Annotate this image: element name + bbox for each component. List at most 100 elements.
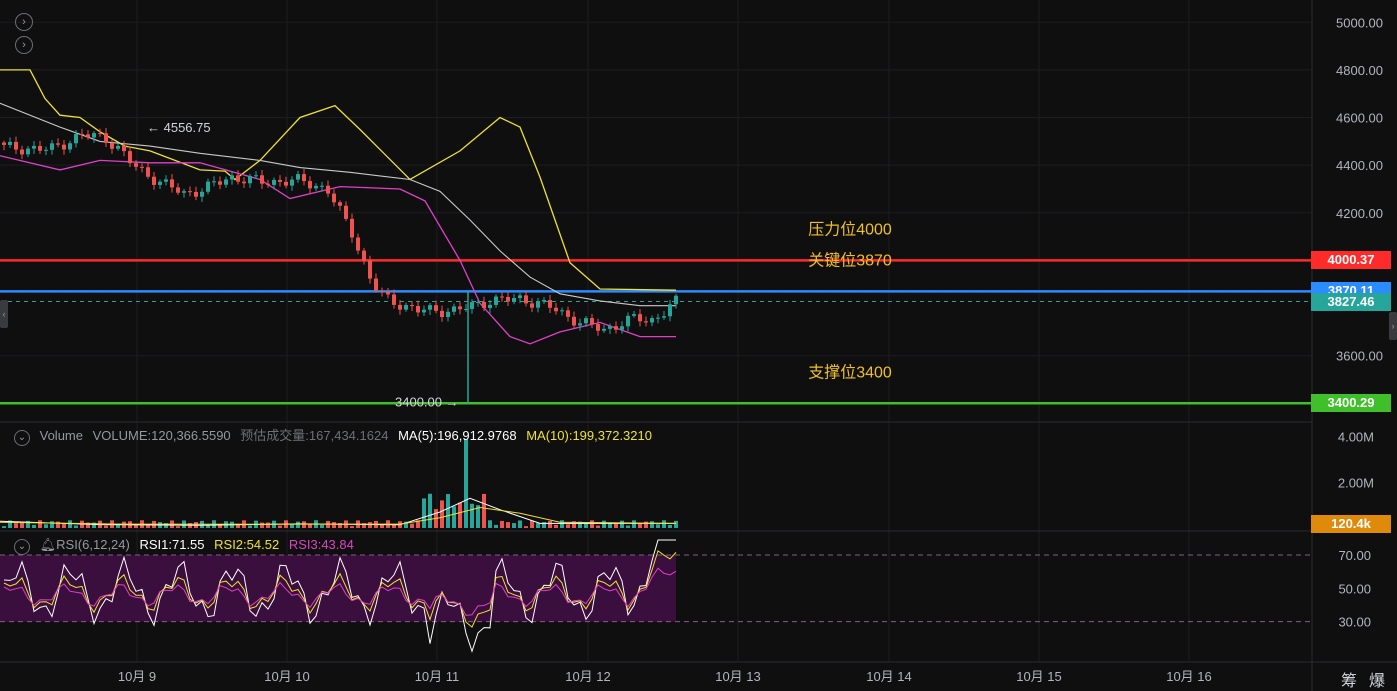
candle-body [470,302,474,309]
candle-body [494,296,498,305]
volume-bar [422,498,426,528]
candle-body [614,326,618,330]
candle-body [488,304,492,308]
candle-body [602,328,606,331]
volume-bar [536,523,540,528]
x-tick-label: 10月 12 [565,669,611,684]
candle-body [422,309,426,313]
candle-body [500,296,504,298]
candle-body [206,181,210,192]
candle-body [8,141,12,145]
candle-body [128,151,132,164]
candle-body [260,175,264,184]
volume-bar [458,502,462,528]
volume-bar [656,524,660,528]
expand-icon-2[interactable]: › [15,36,33,54]
right-scroll-handle[interactable]: › [1389,312,1397,340]
volume-bar [50,521,54,528]
x-tick-label: 10月 13 [715,669,761,684]
volume-bar [104,525,108,528]
candle-body [302,174,306,182]
candle-body [584,318,588,324]
candle-body [524,295,528,304]
candle-body [32,145,36,149]
x-tick-label: 10月 11 [415,669,460,684]
chevron-down-icon[interactable]: ⌄ [14,430,30,446]
candle-body [548,300,552,308]
chevron-down-icon[interactable]: ⌄ [14,539,30,555]
volume-bar [452,506,456,528]
candle-body [14,141,18,150]
volume-bar [176,526,180,528]
candle-body [620,326,624,330]
left-scroll-handle[interactable]: ‹ [0,300,8,328]
volume-bar [560,520,564,528]
rsi-tick-label: 70.00 [1338,548,1371,563]
volume-bar [278,525,282,528]
bell-icon[interactable]: 🔔︎ [40,537,57,552]
candle-body [554,307,558,312]
volume-bar [470,503,474,528]
volume-bar [32,524,36,528]
volume-bar [602,520,606,528]
volume-bar [296,521,300,528]
corner-left-label[interactable]: 筹 [1341,667,1357,691]
candle-body [152,176,156,185]
candle-body [596,324,600,331]
level-label: 关键位3870 [808,251,892,269]
candle-body [176,187,180,193]
x-tick-label: 10月 14 [866,669,912,684]
candle-body [416,305,420,313]
volume-bar [644,521,648,528]
candle-body [50,143,54,150]
candle-body [512,298,516,302]
candle-body [98,133,102,135]
candle-body [356,237,360,251]
candle-body [254,175,258,177]
candle-body [380,290,384,292]
candle-body [668,304,672,317]
candle-body [506,296,510,302]
candle-body [440,310,444,318]
volume-bar [260,522,264,528]
candle-body [650,318,654,323]
candle-body [2,142,6,145]
candle-body [68,143,72,150]
volume-bar [584,523,588,528]
rsi-tick-label: 50.00 [1338,581,1371,596]
level-label: 压力位4000 [808,220,892,238]
volume-bar [308,524,312,528]
volume-bar [590,520,594,528]
volume-bar [62,523,66,528]
candle-body [122,145,126,152]
volume-bar [44,524,48,528]
corner-right-label[interactable]: 爆 [1369,667,1385,691]
candle-body [278,179,282,182]
candle-body [608,326,612,329]
candle-body [80,134,84,136]
candle-body [20,149,24,155]
candle-body [656,317,660,319]
candle-body [332,193,336,203]
volume-bar [380,524,384,528]
volume-bar [74,525,78,528]
candle-body [326,185,330,194]
trading-chart[interactable]: 压力位4000 关键位3870 支撑位3400 5000.00 4800.00 4600… [0,0,1397,691]
expand-icon[interactable]: › [15,13,33,31]
candle-body [104,133,108,143]
candle-body [56,143,60,145]
candle-body [644,321,648,323]
candle-body [170,179,174,188]
x-tick-label: 10月 15 [1016,669,1062,684]
candle-body [338,202,342,206]
candle-body [296,174,300,180]
volume-bar [626,525,630,528]
y-tick-label: 4200.00 [1336,206,1383,221]
rsi1-value: RSI1:71.55 [139,537,205,552]
candle-body [320,185,324,187]
volume-bar [566,524,570,528]
candle-body [248,175,252,184]
volume-bar [440,500,444,528]
volume-bar [674,520,678,528]
rsi3-value: RSI3:43.84 [288,537,354,552]
